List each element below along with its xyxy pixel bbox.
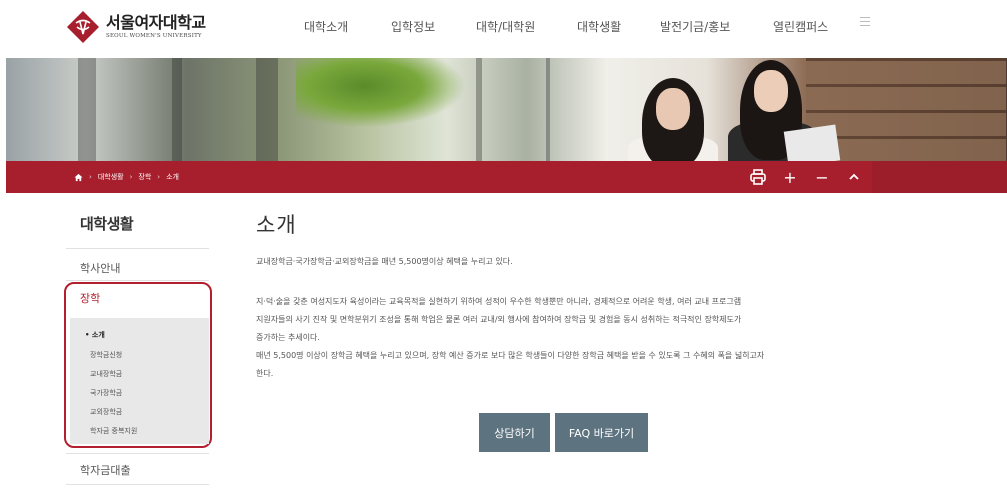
nav-item-about[interactable]: 대학소개 xyxy=(304,18,348,35)
body-line: 지·덕·술을 갖춘 여성지도자 육성이라는 교육목적을 실현하기 위하여 성적이… xyxy=(256,297,742,306)
sidebar-item-loan[interactable]: 학자금대출 xyxy=(80,462,131,478)
body-line: 증가하는 추세이다. xyxy=(256,333,320,342)
breadcrumb: › 대학생활 › 장학 › 소개 xyxy=(74,161,179,193)
body-line: 매년 5,500명 이상이 장학금 혜택을 누리고 있으며, 장학 예산 증가로… xyxy=(256,351,765,360)
submenu-item-national[interactable]: 국가장학금 xyxy=(90,388,122,398)
submenu-item-internal[interactable]: 교내장학금 xyxy=(90,369,122,379)
body-line: 한다. xyxy=(256,369,274,378)
page-tools: + − xyxy=(742,161,870,193)
nav-item-campus-life[interactable]: 대학생활 xyxy=(577,18,621,35)
site-header: 서울여자대학교 SEOUL WOMEN'S UNIVERSITY 대학소개 입학… xyxy=(0,0,1007,56)
home-icon[interactable] xyxy=(74,173,83,182)
nav-item-graduate[interactable]: 대학/대학원 xyxy=(476,18,535,35)
university-emblem-icon xyxy=(66,10,100,44)
nav-item-fund[interactable]: 발전기금/홍보 xyxy=(660,18,730,35)
submenu-item-apply[interactable]: 장학금신청 xyxy=(90,350,122,360)
logo-name-en: SEOUL WOMEN'S UNIVERSITY xyxy=(106,32,202,39)
faq-button[interactable]: FAQ 바로가기 xyxy=(555,413,648,452)
nav-item-open-campus[interactable]: 열린캠퍼스 xyxy=(773,18,828,35)
body-line: 지원자들의 사기 진작 및 면학분위기 조성을 통해 학업은 물론 여러 교내/… xyxy=(256,315,742,324)
nav-item-admission[interactable]: 입학정보 xyxy=(391,18,435,35)
menu-icon[interactable] xyxy=(860,17,870,29)
university-logo[interactable]: 서울여자대학교 SEOUL WOMEN'S UNIVERSITY xyxy=(66,9,206,45)
sidebar-item-scholarship[interactable]: 장학 xyxy=(80,290,100,306)
breadcrumb-item[interactable]: 장학 xyxy=(138,172,151,182)
consult-button[interactable]: 상담하기 xyxy=(479,413,550,452)
submenu-item-external[interactable]: 교외장학금 xyxy=(90,407,122,417)
scroll-top-button[interactable] xyxy=(838,161,870,193)
print-icon[interactable] xyxy=(742,161,774,193)
submenu-item-intro[interactable]: • 소개 xyxy=(85,330,105,340)
sidebar-title: 대학생활 xyxy=(80,215,134,233)
sidebar-item-academic[interactable]: 학사안내 xyxy=(80,260,120,276)
logo-name-kr: 서울여자대학교 xyxy=(106,12,206,32)
breadcrumb-item[interactable]: 대학생활 xyxy=(98,172,124,182)
intro-text: 교내장학금·국가장학금·교외장학금을 매년 5,500명이상 혜택을 누리고 있… xyxy=(256,257,513,266)
zoom-out-button[interactable]: − xyxy=(806,161,838,193)
breadcrumb-item[interactable]: 소개 xyxy=(166,172,179,182)
page-title: 소개 xyxy=(256,213,297,237)
location-bar: › 대학생활 › 장학 › 소개 + − xyxy=(6,161,1007,193)
submenu-item-duplicate[interactable]: 학자금 중복지원 xyxy=(90,426,137,436)
hero-banner-image xyxy=(6,58,1007,161)
zoom-in-button[interactable]: + xyxy=(774,161,806,193)
